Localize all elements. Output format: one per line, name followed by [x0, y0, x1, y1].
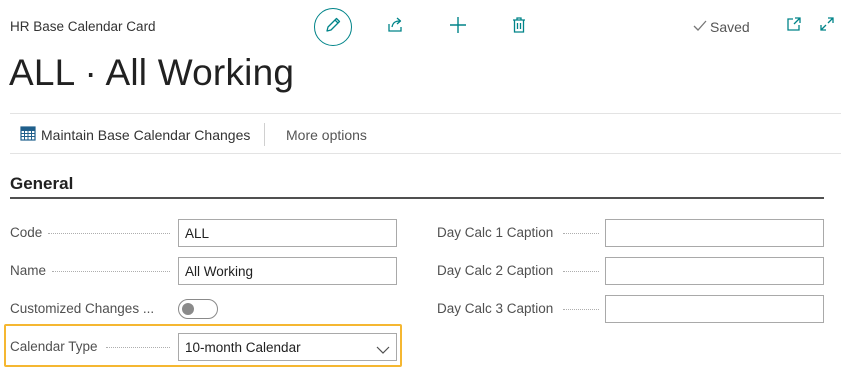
expand-icon: [819, 16, 835, 37]
plus-icon: [448, 15, 468, 40]
saved-label: Saved: [710, 19, 750, 35]
saved-status: Saved: [693, 19, 750, 35]
trash-icon: [510, 16, 528, 39]
code-field-row: Code: [10, 219, 398, 247]
edit-button[interactable]: [314, 8, 352, 46]
open-new-window-icon: [786, 16, 802, 37]
day-calc-1-label: Day Calc 1 Caption: [437, 225, 554, 240]
day-calc-3-input[interactable]: [605, 295, 824, 323]
day-calc-2-input[interactable]: [605, 257, 824, 285]
name-field-row: Name: [10, 257, 398, 285]
delete-button[interactable]: [507, 15, 531, 39]
name-input[interactable]: [178, 257, 397, 285]
expand-button[interactable]: [816, 15, 838, 37]
action-separator: [264, 123, 265, 146]
calendar-grid-icon: [20, 126, 36, 144]
more-options-button[interactable]: More options: [286, 127, 367, 143]
chevron-down-icon: [376, 342, 390, 360]
field-leader-dots: [563, 233, 599, 234]
share-button[interactable]: [383, 15, 407, 39]
maintain-base-calendar-changes-button[interactable]: Maintain Base Calendar Changes: [20, 126, 250, 144]
new-button[interactable]: [446, 15, 470, 39]
calendar-type-label: Calendar Type: [10, 339, 98, 354]
customized-changes-toggle[interactable]: [178, 299, 218, 319]
calendar-type-select[interactable]: 10-month Calendar: [178, 333, 397, 361]
code-input[interactable]: [178, 219, 397, 247]
field-leader-dots: [52, 271, 170, 272]
section-title-general[interactable]: General: [10, 174, 73, 194]
toggle-knob: [182, 303, 194, 315]
name-label: Name: [10, 263, 47, 278]
day-calc-1-field-row: Day Calc 1 Caption: [437, 219, 825, 247]
day-calc-2-label: Day Calc 2 Caption: [437, 263, 554, 278]
day-calc-1-input[interactable]: [605, 219, 824, 247]
day-calc-2-field-row: Day Calc 2 Caption: [437, 257, 825, 285]
section-divider: [10, 197, 824, 199]
checkmark-icon: [693, 19, 707, 35]
page-caption: HR Base Calendar Card: [10, 19, 156, 34]
page-title: ALL · All Working: [9, 52, 295, 93]
share-icon: [386, 16, 404, 39]
customized-changes-label: Customized Changes ...: [10, 301, 155, 316]
pencil-icon: [324, 16, 342, 39]
calendar-type-field-row: Calendar Type 10-month Calendar: [10, 333, 398, 361]
field-leader-dots: [106, 347, 170, 348]
field-leader-dots: [563, 271, 599, 272]
code-label: Code: [10, 225, 43, 240]
calendar-type-value: 10-month Calendar: [185, 340, 301, 355]
action-bar: Maintain Base Calendar Changes More opti…: [10, 113, 841, 154]
open-in-new-window-button[interactable]: [783, 15, 805, 37]
maintain-base-calendar-changes-label: Maintain Base Calendar Changes: [41, 127, 251, 143]
day-calc-3-field-row: Day Calc 3 Caption: [437, 295, 825, 323]
day-calc-3-label: Day Calc 3 Caption: [437, 301, 554, 316]
field-leader-dots: [48, 233, 170, 234]
field-leader-dots: [563, 309, 599, 310]
customized-changes-field-row: Customized Changes ...: [10, 295, 398, 323]
